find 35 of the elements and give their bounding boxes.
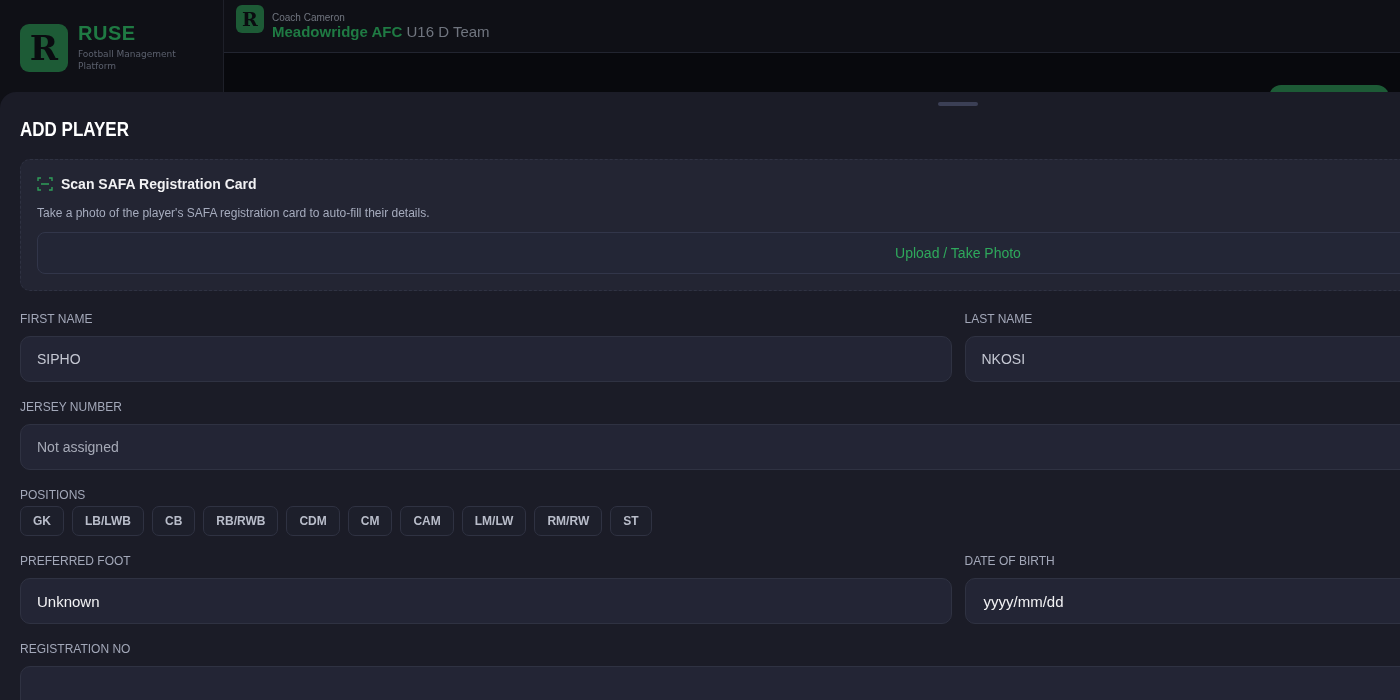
scan-description: Take a photo of the player's SAFA registration card to auto-fill their details. [37,206,431,220]
select-field[interactable]: Unknown [20,578,952,624]
position-chip[interactable]: CDM [286,506,340,536]
field-label: FIRST NAME [20,312,94,326]
coach-name: Coach Cameron [272,12,346,23]
position-chip[interactable]: RB/RWB [203,506,279,536]
field-label: LAST NAME [964,312,1034,326]
position-chip[interactable]: CAM [400,506,454,536]
text-field[interactable]: SIPHO [20,336,952,382]
text-field[interactable]: NKOSI [964,336,1400,382]
team-logo: R [236,5,264,33]
position-chip[interactable]: LB/LWB [72,506,144,536]
position-chip[interactable]: ST [610,506,652,536]
field-label: POSITIONS [20,488,87,502]
date-field[interactable]: yyyy/mm/dd [964,578,1400,624]
drag-handle[interactable] [938,102,978,106]
position-chip[interactable]: CB [152,506,196,536]
upload-button[interactable]: Upload / Take Photo [37,232,1400,274]
field-label: JERSEY NUMBER [20,400,123,414]
position-chip[interactable]: LM/LW [461,506,527,536]
field-label: DATE OF BIRTH [964,554,1056,568]
team-name: U16 D Team [406,23,490,40]
scan-title: Scan SAFA Registration Card [61,176,257,192]
field-label: REGISTRATION NO [20,642,132,656]
position-chip[interactable]: GK [20,506,64,536]
brand-tagline: Football Management Platform [78,48,177,72]
sheet-title: ADD PLAYER [20,118,130,141]
text-field[interactable]: Not assigned [20,424,1400,470]
scan-icon [37,176,53,192]
field-label: PREFERRED FOOT [20,554,132,568]
logo: R [20,24,68,72]
club-name: Meadowridge AFC [272,23,403,40]
position-chip[interactable]: CM [347,506,393,536]
position-chip[interactable]: RM/RW [534,506,603,536]
brand-name: RUSE [78,22,137,45]
